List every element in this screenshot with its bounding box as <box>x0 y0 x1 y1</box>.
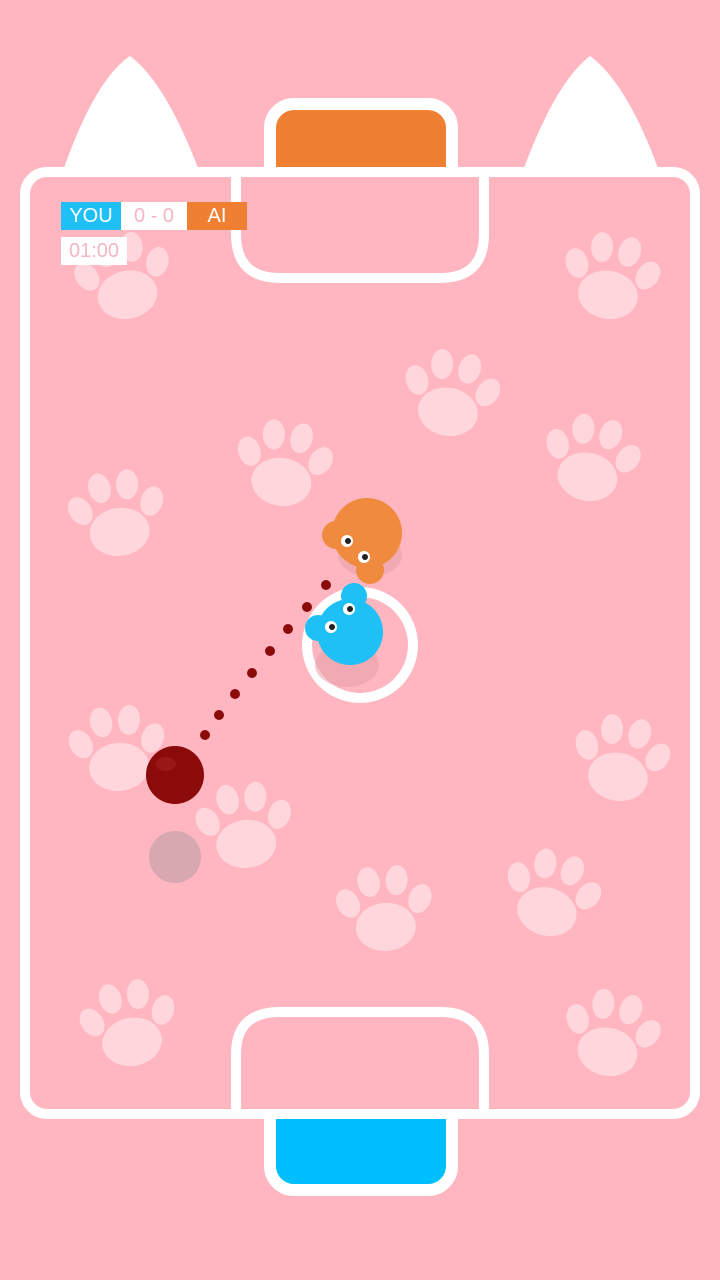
game-stage[interactable]: YOU 0 - 0 AI 01:00 <box>0 0 720 1280</box>
player-label: YOU <box>61 202 121 230</box>
ball-highlight <box>156 757 176 771</box>
cat-ear-left <box>64 56 198 168</box>
cat-ear-right <box>524 56 658 168</box>
soccer-field <box>20 56 700 1196</box>
score-display: 0 - 0 <box>121 202 187 230</box>
ball[interactable] <box>146 746 204 804</box>
opponent-label: AI <box>187 202 247 230</box>
match-timer: 01:00 <box>61 237 127 265</box>
ball-shadow <box>149 831 201 883</box>
